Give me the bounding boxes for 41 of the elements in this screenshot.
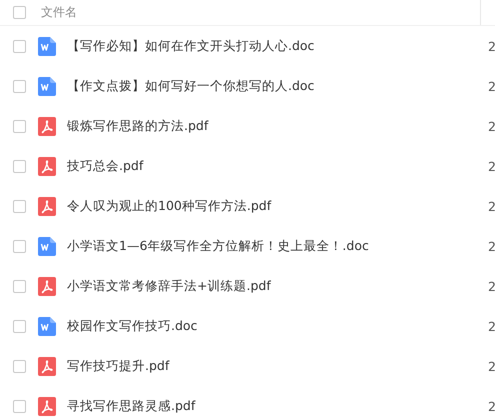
file-name[interactable]: 令人叹为观止的100种写作方法.pdf <box>67 198 272 214</box>
word-document-icon <box>38 236 56 256</box>
pdf-document-icon <box>38 156 56 176</box>
row-checkbox[interactable] <box>13 400 26 412</box>
file-name[interactable]: 小学语文常考修辞手法+训练题.pdf <box>67 278 271 294</box>
row-checkbox[interactable] <box>13 200 26 212</box>
file-name[interactable]: 【作文点拨】如何写好一个你想写的人.doc <box>67 78 314 94</box>
table-cell: 2 <box>488 238 495 254</box>
table-cell: 2 <box>488 198 495 214</box>
file-name[interactable]: 小学语文1—6年级写作全方位解析！史上最全！.doc <box>67 238 369 254</box>
row-checkbox[interactable] <box>13 360 26 372</box>
row-checkbox[interactable] <box>13 40 26 52</box>
word-document-icon <box>38 316 56 336</box>
table-cell: 2 <box>488 398 495 414</box>
pdf-document-icon <box>38 396 56 416</box>
table-cell: 2 <box>488 118 495 134</box>
pdf-document-icon <box>38 196 56 216</box>
row-checkbox[interactable] <box>13 320 26 332</box>
file-name[interactable]: 校园作文写作技巧.doc <box>67 318 198 334</box>
file-name[interactable]: 技巧总会.pdf <box>67 158 144 174</box>
file-name[interactable]: 【写作必知】如何在作文开头打动人心.doc <box>67 38 314 54</box>
file-name[interactable]: 写作技巧提升.pdf <box>67 358 170 374</box>
row-checkbox[interactable] <box>13 240 26 252</box>
pdf-document-icon <box>38 356 56 376</box>
file-name[interactable]: 寻找写作思路灵感.pdf <box>67 398 196 414</box>
file-name[interactable]: 锻炼写作思路的方法.pdf <box>67 118 208 134</box>
table-cell: 2 <box>488 38 495 54</box>
word-document-icon <box>38 76 56 96</box>
table-cell: 2 <box>488 158 495 174</box>
row-checkbox[interactable] <box>13 80 26 92</box>
table-cell: 2 <box>488 358 495 374</box>
pdf-document-icon <box>38 116 56 136</box>
row-checkbox[interactable] <box>13 160 26 172</box>
table-cell: 2 <box>488 318 495 334</box>
table-cell: 2 <box>488 278 495 294</box>
row-checkbox[interactable] <box>13 280 26 292</box>
select-all-checkbox[interactable] <box>13 6 26 19</box>
word-document-icon <box>38 36 56 56</box>
table-cell: 2 <box>488 78 495 94</box>
row-checkbox[interactable] <box>13 120 26 132</box>
pdf-document-icon <box>38 276 56 296</box>
